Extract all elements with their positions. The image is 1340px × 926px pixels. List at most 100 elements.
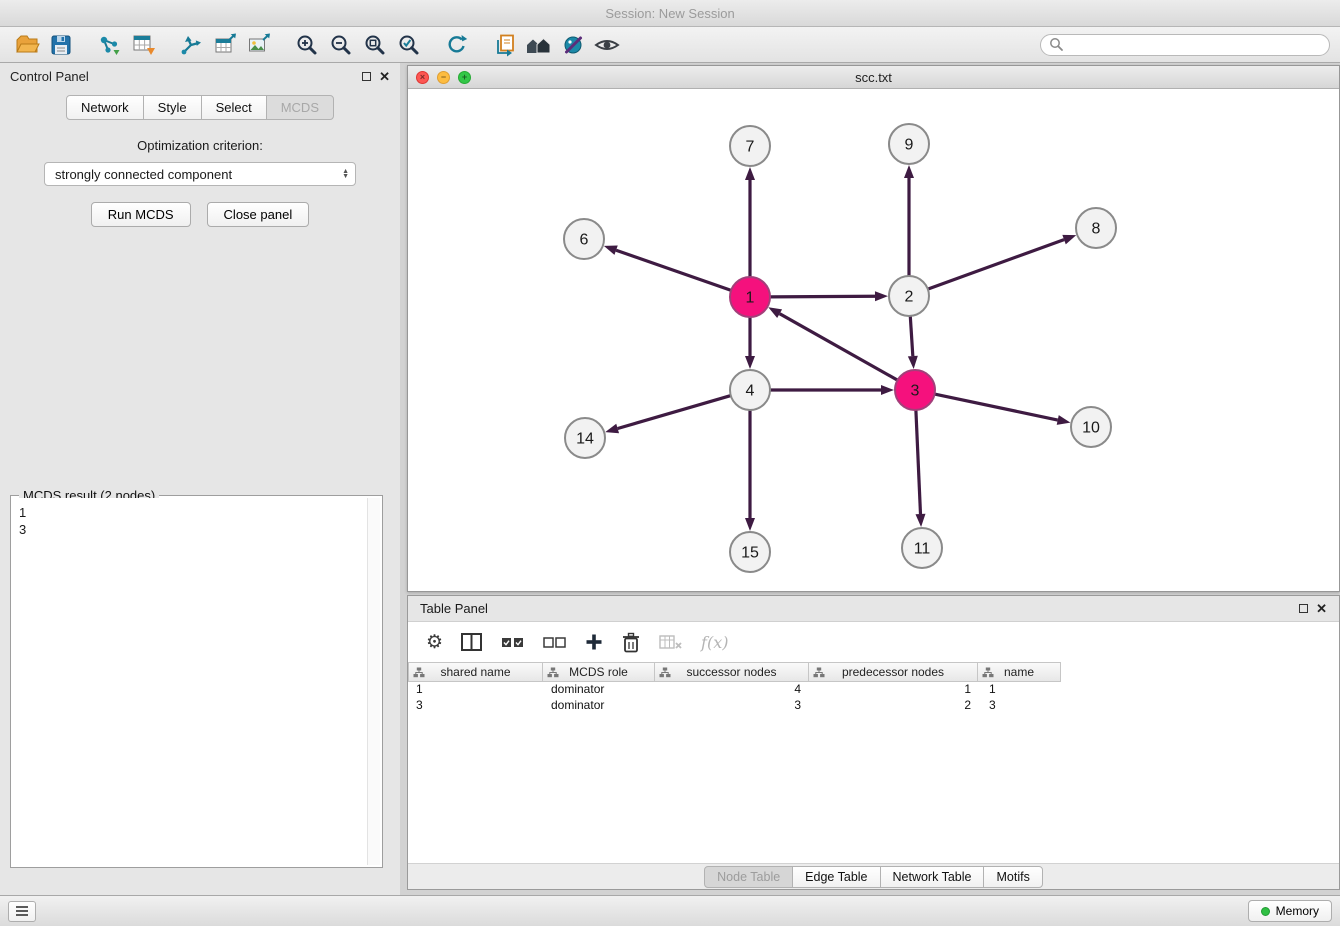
graph-node-15[interactable]: 15: [730, 532, 770, 572]
table-row[interactable]: 3dominator323: [408, 698, 1339, 714]
node-table-header-row: shared nameMCDS rolesuccessor nodesprede…: [408, 662, 1339, 682]
column-header-name[interactable]: name: [977, 662, 1061, 682]
zoom-out-button[interactable]: [324, 30, 358, 60]
edge-arrowhead: [768, 307, 782, 318]
tab-edge-table[interactable]: Edge Table: [792, 866, 880, 888]
graph-node-10[interactable]: 10: [1071, 407, 1111, 447]
gear-icon: ⚙: [426, 633, 443, 652]
save-session-button[interactable]: [44, 30, 78, 60]
edge-arrowhead: [745, 356, 755, 369]
node-label: 15: [741, 545, 759, 562]
graph-edge-2-3[interactable]: [910, 316, 913, 356]
duplicate-network-icon: [492, 32, 518, 58]
graph-edge-4-14[interactable]: [618, 396, 731, 429]
delete-column-button[interactable]: [621, 632, 641, 653]
tab-style[interactable]: Style: [143, 95, 202, 120]
column-header-predecessor-nodes[interactable]: predecessor nodes: [808, 662, 978, 682]
export-table-button[interactable]: [208, 30, 242, 60]
mcds-result-list: 13: [13, 498, 366, 865]
show-hide-button[interactable]: [590, 30, 624, 60]
style-paint-button[interactable]: [556, 30, 590, 60]
graph-node-3[interactable]: 3: [895, 370, 935, 410]
table-cell: 1: [408, 682, 543, 698]
graph-node-2[interactable]: 2: [889, 276, 929, 316]
function-builder-button[interactable]: f(x): [701, 633, 728, 652]
save-icon: [49, 33, 73, 57]
graph-node-1[interactable]: 1: [730, 277, 770, 317]
graph-node-7[interactable]: 7: [730, 126, 770, 166]
status-bar: Memory: [0, 895, 1340, 926]
delete-table-button[interactable]: [659, 634, 683, 650]
zoom-in-button[interactable]: [290, 30, 324, 60]
export-image-icon: [246, 32, 272, 58]
add-column-button[interactable]: [585, 633, 603, 651]
refresh-icon: [444, 32, 470, 58]
mcds-result-item: 3: [19, 521, 360, 538]
graph-node-11[interactable]: 11: [902, 528, 942, 568]
graph-node-8[interactable]: 8: [1076, 208, 1116, 248]
network-window-titlebar: scc.txt × − +: [408, 66, 1339, 89]
duplicate-network-button[interactable]: [488, 30, 522, 60]
run-mcds-button[interactable]: Run MCDS: [91, 202, 191, 227]
tab-motifs[interactable]: Motifs: [983, 866, 1042, 888]
network-canvas[interactable]: 7 9 6 8 1 2 4 3 14 10 15 11: [408, 89, 1339, 591]
column-header-successor-nodes[interactable]: successor nodes: [654, 662, 809, 682]
search-box[interactable]: [1040, 34, 1330, 56]
table-panel-title: Table Panel: [420, 601, 488, 616]
edge-arrowhead: [604, 245, 618, 254]
float-panel-icon[interactable]: [362, 72, 371, 81]
graph-node-9[interactable]: 9: [889, 124, 929, 164]
column-header-shared-name[interactable]: shared name: [408, 662, 543, 682]
node-label: 14: [576, 431, 594, 448]
tab-mcds[interactable]: MCDS: [266, 95, 334, 120]
edge-arrowhead: [875, 291, 888, 301]
graph-node-6[interactable]: 6: [564, 219, 604, 259]
result-scrollbar[interactable]: [367, 498, 380, 865]
home-button[interactable]: [522, 30, 556, 60]
column-header-mcds-role[interactable]: MCDS role: [542, 662, 655, 682]
edge-arrowhead: [745, 518, 755, 531]
column-sort-icon: [659, 667, 671, 678]
zoom-selected-button[interactable]: [392, 30, 426, 60]
graph-edge-3-11[interactable]: [916, 410, 921, 514]
graph-node-4[interactable]: 4: [730, 370, 770, 410]
table-settings-button[interactable]: ⚙: [426, 633, 443, 652]
table-row[interactable]: 1dominator411: [408, 682, 1339, 698]
graph-edge-2-8[interactable]: [928, 240, 1064, 290]
export-network-button[interactable]: [174, 30, 208, 60]
tab-select[interactable]: Select: [201, 95, 267, 120]
node-label: 1: [746, 290, 755, 307]
float-table-panel-icon[interactable]: [1299, 604, 1308, 613]
close-panel-button[interactable]: Close panel: [207, 202, 310, 227]
tab-network-table[interactable]: Network Table: [880, 866, 985, 888]
refresh-view-button[interactable]: [440, 30, 474, 60]
graph-edge-1-2[interactable]: [770, 296, 875, 297]
table-panel: Table Panel ✕ ⚙ f(x) shared nameMCDS ro: [407, 595, 1340, 890]
zoom-fit-button[interactable]: [358, 30, 392, 60]
close-panel-x-icon[interactable]: ✕: [379, 70, 390, 83]
close-table-panel-icon[interactable]: ✕: [1316, 602, 1327, 615]
control-panel-header: Control Panel ✕: [0, 63, 400, 89]
criterion-dropdown[interactable]: strongly connected component ▲▼: [44, 162, 356, 186]
graph-edge-3-10[interactable]: [935, 394, 1058, 420]
column-visibility-button[interactable]: [461, 633, 483, 652]
deselect-all-rows-button[interactable]: [543, 636, 567, 649]
open-file-button[interactable]: [10, 30, 44, 60]
select-all-icon: [501, 636, 525, 649]
task-history-button[interactable]: [8, 901, 36, 922]
import-network-button[interactable]: [92, 30, 126, 60]
select-all-rows-button[interactable]: [501, 636, 525, 649]
export-image-button[interactable]: [242, 30, 276, 60]
edge-arrowhead: [916, 514, 926, 527]
graph-edge-3-1[interactable]: [780, 314, 898, 380]
mcds-result-group: MCDS result (2 nodes) 13: [10, 495, 383, 868]
memory-button[interactable]: Memory: [1248, 900, 1332, 922]
graph-node-14[interactable]: 14: [565, 418, 605, 458]
tab-node-table[interactable]: Node Table: [704, 866, 793, 888]
import-table-button[interactable]: [126, 30, 160, 60]
graph-edge-1-6[interactable]: [616, 250, 731, 290]
node-label: 9: [905, 137, 914, 154]
search-input[interactable]: [1069, 37, 1321, 52]
network-graph: 7 9 6 8 1 2 4 3 14 10 15 11: [408, 89, 1339, 591]
tab-network[interactable]: Network: [66, 95, 144, 120]
